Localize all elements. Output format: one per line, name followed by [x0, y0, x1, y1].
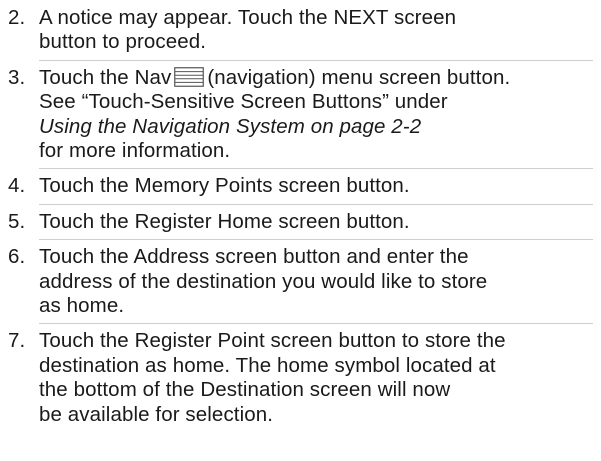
step-line: address of the destination you would lik…: [39, 269, 488, 293]
divider: [39, 168, 593, 170]
step-text: Touch the Address screen button and ente…: [39, 245, 593, 318]
step-line: be available for selection.: [39, 402, 274, 426]
step-number: 2.: [8, 6, 26, 29]
step-number: 7.: [8, 329, 26, 353]
step-line: as home.: [39, 294, 125, 318]
list-menu-icon: [174, 66, 205, 87]
step-line: Touch the Address screen button and ente…: [39, 245, 469, 269]
step-line: the bottom of the Destination screen wil…: [39, 378, 451, 402]
step-text: A notice may appear. Touch the NEXT scre…: [39, 6, 593, 55]
step-text: Touch the Memory Points screen button.: [39, 174, 593, 198]
divider: [39, 239, 593, 241]
cross-reference: Using the Navigation System on page 2-2: [39, 114, 422, 138]
step-text-before-icon: Touch the Nav: [39, 65, 172, 89]
step-text: Touch the Register Home screen button.: [39, 210, 593, 234]
divider: [39, 323, 593, 325]
step-line: A notice may appear. Touch the NEXT scre…: [39, 6, 457, 29]
step-line: Touch the Nav (navigation) menu screen bu…: [39, 66, 593, 90]
step-7: 7. Touch the Register Point screen butto…: [8, 329, 593, 427]
step-number: 4.: [8, 174, 26, 198]
step-text-after-icon: (navigation) menu screen button.: [207, 65, 511, 89]
step-line: Touch the Register Home screen button.: [39, 209, 410, 233]
step-number: 5.: [8, 209, 26, 233]
step-text: Touch the Nav (navigation) menu screen bu…: [39, 66, 593, 164]
step-line: for more information.: [39, 139, 231, 163]
step-line: Touch the Register Point screen button t…: [39, 329, 506, 353]
step-line: destination as home. The home symbol loc…: [39, 353, 496, 377]
instruction-page: 2. A notice may appear. Touch the NEXT s…: [0, 0, 601, 461]
step-2: 2. A notice may appear. Touch the NEXT s…: [8, 6, 593, 55]
step-number: 3.: [8, 65, 26, 89]
step-6: 6. Touch the Address screen button and e…: [8, 245, 593, 318]
step-5: 5. Touch the Register Home screen button…: [8, 210, 593, 234]
step-line: button to proceed.: [39, 30, 207, 54]
step-number: 6.: [8, 245, 26, 269]
step-line: Touch the Memory Points screen button.: [39, 174, 410, 198]
step-4: 4. Touch the Memory Points screen button…: [8, 174, 593, 198]
step-text: Touch the Register Point screen button t…: [39, 329, 593, 427]
divider: [39, 59, 593, 61]
divider: [39, 203, 593, 205]
step-3: 3. Touch the Nav (navigation) menu screen…: [8, 66, 593, 164]
step-line: See “Touch-Sensitive Screen Buttons” und…: [39, 90, 448, 114]
